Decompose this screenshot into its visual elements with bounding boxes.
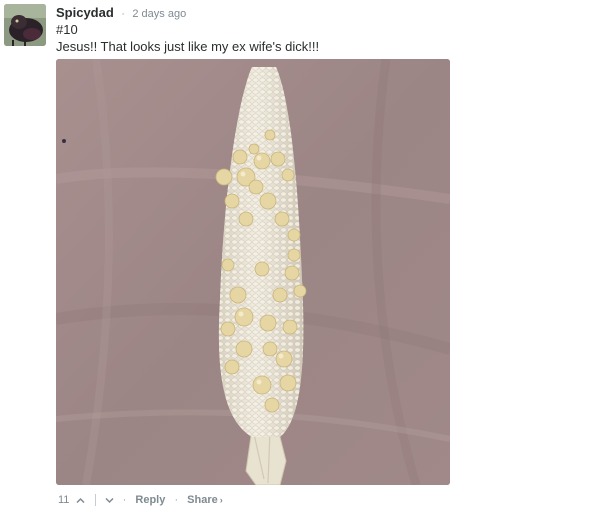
comment-header: Spicydad · 2 days ago <box>56 4 456 21</box>
downvote-button[interactable] <box>105 492 114 508</box>
vote-divider <box>94 494 96 506</box>
comment-timestamp[interactable]: 2 days ago <box>132 8 186 20</box>
avatar-image <box>4 4 46 46</box>
footer-separator: · <box>174 494 179 506</box>
chevron-down-icon <box>105 497 114 504</box>
share-chevron-icon: › <box>219 495 223 505</box>
corn-photo <box>56 59 450 485</box>
upvote-count: 11 <box>58 494 70 506</box>
comment: Spicydad · 2 days ago #10 Jesus!! That l… <box>56 4 456 55</box>
comment-text-line-2: Jesus!! That looks just like my ex wife'… <box>56 39 320 54</box>
avatar[interactable] <box>4 4 46 46</box>
share-button[interactable]: Share › <box>187 492 223 508</box>
author-name[interactable]: Spicydad <box>56 5 114 20</box>
comment-text-line-1: #10 <box>56 22 78 37</box>
comment-image[interactable] <box>56 59 450 485</box>
footer-separator: · <box>122 494 127 506</box>
share-label: Share <box>187 494 218 506</box>
chevron-up-icon <box>76 497 86 504</box>
upvote-button[interactable] <box>76 492 86 508</box>
reply-button[interactable]: Reply <box>135 492 165 508</box>
meta-separator: · <box>121 8 125 20</box>
comment-footer: 11 · Reply · Share › <box>58 492 223 508</box>
